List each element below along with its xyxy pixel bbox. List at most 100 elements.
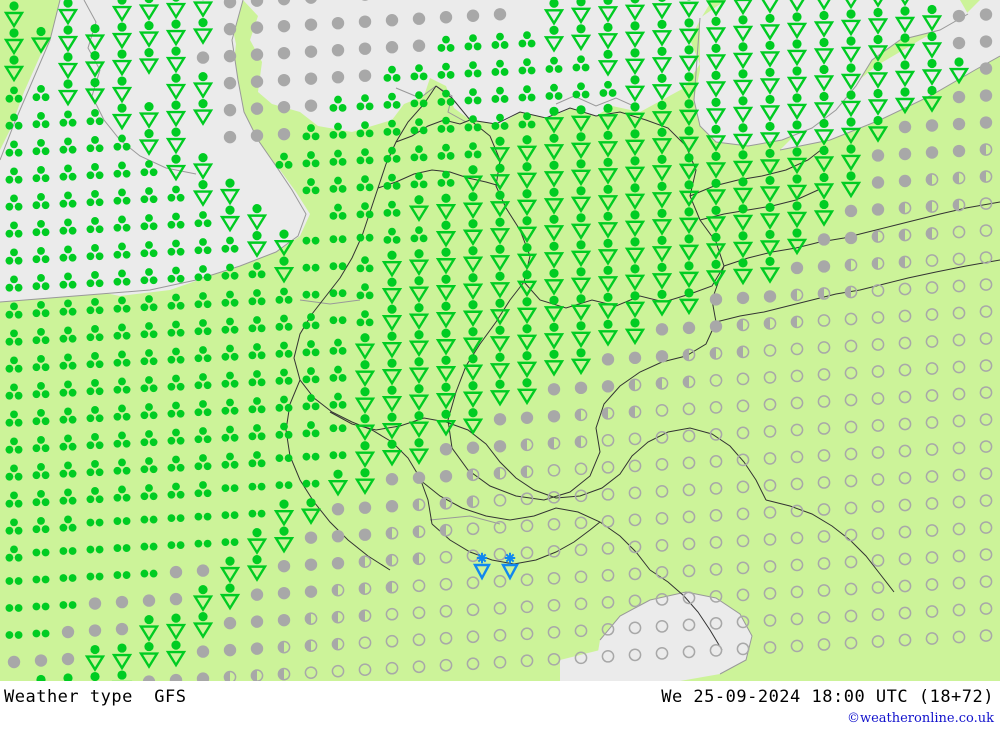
weather-symbol-overcast xyxy=(277,613,291,627)
footer-title: Weather type GFS xyxy=(4,687,187,707)
weather-symbol-overcast xyxy=(7,655,21,669)
weather-symbol-overcast xyxy=(223,76,237,90)
weather-symbol-overcast xyxy=(34,654,48,667)
weather-symbol-overcast xyxy=(655,323,669,336)
weather-symbol-overcast xyxy=(952,36,966,50)
weather-symbol-overcast xyxy=(952,117,966,131)
weather-symbol-overcast xyxy=(250,21,264,34)
weather-map xyxy=(0,0,1000,681)
weather-symbol-overcast xyxy=(331,16,345,30)
weather-symbol-overcast xyxy=(979,116,993,129)
weather-symbol-overcast xyxy=(952,144,966,158)
weather-symbol-overcast xyxy=(277,73,291,87)
weather-symbol-overcast xyxy=(250,642,264,655)
weather-symbol-overcast xyxy=(358,501,372,514)
weather-symbol-overcast xyxy=(196,564,210,577)
weather-symbol-overcast xyxy=(169,592,183,606)
weather-symbol-overcast xyxy=(385,500,399,513)
weather-symbol-overcast xyxy=(412,39,426,52)
footer-datetime: We 25-09-2024 18:00 UTC (18+72) xyxy=(661,687,994,707)
weather-symbol-overcast xyxy=(277,127,291,141)
weather-symbol-overcast xyxy=(601,353,615,366)
weather-symbol-overcast xyxy=(871,203,885,216)
weather-symbol-overcast xyxy=(547,410,561,423)
weather-symbol-overcast xyxy=(925,146,939,159)
weather-symbol-overcast xyxy=(817,260,831,273)
weather-symbol-overcast xyxy=(331,556,345,570)
weather-symbol-overcast xyxy=(223,616,237,630)
weather-symbol-overcast xyxy=(412,12,426,25)
weather-symbol-overcast xyxy=(979,89,993,102)
weather-symbol-overcast xyxy=(331,43,345,57)
weather-symbol-overcast xyxy=(223,22,237,36)
weather-symbol-overcast xyxy=(763,290,777,303)
weather-symbol-overcast xyxy=(790,261,804,275)
weather-symbol-overcast xyxy=(196,645,210,658)
weather-symbol-overcast xyxy=(736,291,750,305)
weather-symbol-overcast xyxy=(304,585,318,598)
weather-symbol-overcast xyxy=(250,615,264,628)
weather-symbol-overcast xyxy=(115,595,129,609)
weather-symbol-overcast xyxy=(250,75,264,88)
weather-symbol-overcast xyxy=(277,559,291,573)
weather-symbol-overcast xyxy=(925,119,939,132)
weather-symbol-overcast xyxy=(358,15,372,28)
weather-symbol-overcast xyxy=(169,565,183,579)
weather-symbol-overcast xyxy=(277,46,291,60)
weather-symbol-overcast xyxy=(250,102,264,115)
weather-symbol-overcast xyxy=(304,72,318,85)
weather-symbol-overcast xyxy=(709,293,723,306)
weather-symbol-overcast xyxy=(898,174,912,188)
weather-symbol-overcast xyxy=(466,441,480,454)
weather-symbol-overcast xyxy=(358,528,372,541)
weather-symbol-overcast xyxy=(115,622,129,636)
weather-symbol-overcast xyxy=(304,99,318,112)
weather-symbol-overcast xyxy=(250,588,264,601)
weather-symbol-overcast xyxy=(142,594,156,607)
weather-symbol-overcast xyxy=(439,443,453,456)
weather-symbol-overcast xyxy=(871,149,885,162)
weather-symbol-overcast xyxy=(304,18,318,31)
weather-symbol-overcast xyxy=(250,48,264,61)
weather-symbol-overcast xyxy=(493,413,507,426)
weather-symbol-overcast xyxy=(250,129,264,142)
weather-symbol-overcast xyxy=(223,49,237,63)
copyright-label: ©weatheronline.co.uk xyxy=(846,711,994,726)
weather-symbol-overcast xyxy=(412,471,426,484)
footer-bar: Weather type GFS We 25-09-2024 18:00 UTC… xyxy=(0,681,1000,733)
weather-symbol-overcast xyxy=(628,351,642,365)
weather-symbol-overcast xyxy=(979,35,993,48)
weather-symbol-overcast xyxy=(88,624,102,637)
weather-symbol-overcast xyxy=(358,69,372,82)
weather-symbol-overcast xyxy=(223,643,237,657)
weather-symbol-overcast xyxy=(952,9,966,23)
weather-symbol-overcast xyxy=(817,233,831,246)
weather-symbol-overcast xyxy=(304,45,318,58)
weather-symbol-overcast xyxy=(385,14,399,27)
weather-symbol-overcast xyxy=(601,380,615,393)
weather-symbol-overcast xyxy=(655,350,669,363)
weather-symbol-overcast xyxy=(493,8,507,21)
weather-symbol-overcast xyxy=(61,625,75,639)
weather-symbol-overcast xyxy=(520,411,534,424)
weather-symbol-overcast xyxy=(682,321,696,335)
weather-symbol-overcast xyxy=(898,120,912,134)
weather-symbol-overcast xyxy=(385,473,399,486)
weather-symbol-overcast xyxy=(277,586,291,600)
weather-symbol-overcast xyxy=(979,8,993,21)
weather-symbol-overcast xyxy=(709,320,723,333)
weather-symbol-overcast xyxy=(304,531,318,544)
weather-symbol-overcast xyxy=(439,11,453,24)
weather-symbol-overcast xyxy=(277,100,291,114)
weather-symbol-overcast xyxy=(574,381,588,395)
weather-symbol-overcast xyxy=(385,41,399,54)
weather-symbol-overcast xyxy=(331,529,345,543)
weather-symbol-overcast xyxy=(358,42,372,55)
weather-symbol-overcast xyxy=(844,231,858,245)
weather-symbol-overcast xyxy=(871,176,885,189)
map-canvas xyxy=(0,0,1000,681)
weather-symbol-overcast xyxy=(844,204,858,218)
weather-map-page: Weather type GFS We 25-09-2024 18:00 UTC… xyxy=(0,0,1000,733)
weather-symbol-overcast xyxy=(331,70,345,84)
weather-symbol-overcast xyxy=(304,558,318,571)
